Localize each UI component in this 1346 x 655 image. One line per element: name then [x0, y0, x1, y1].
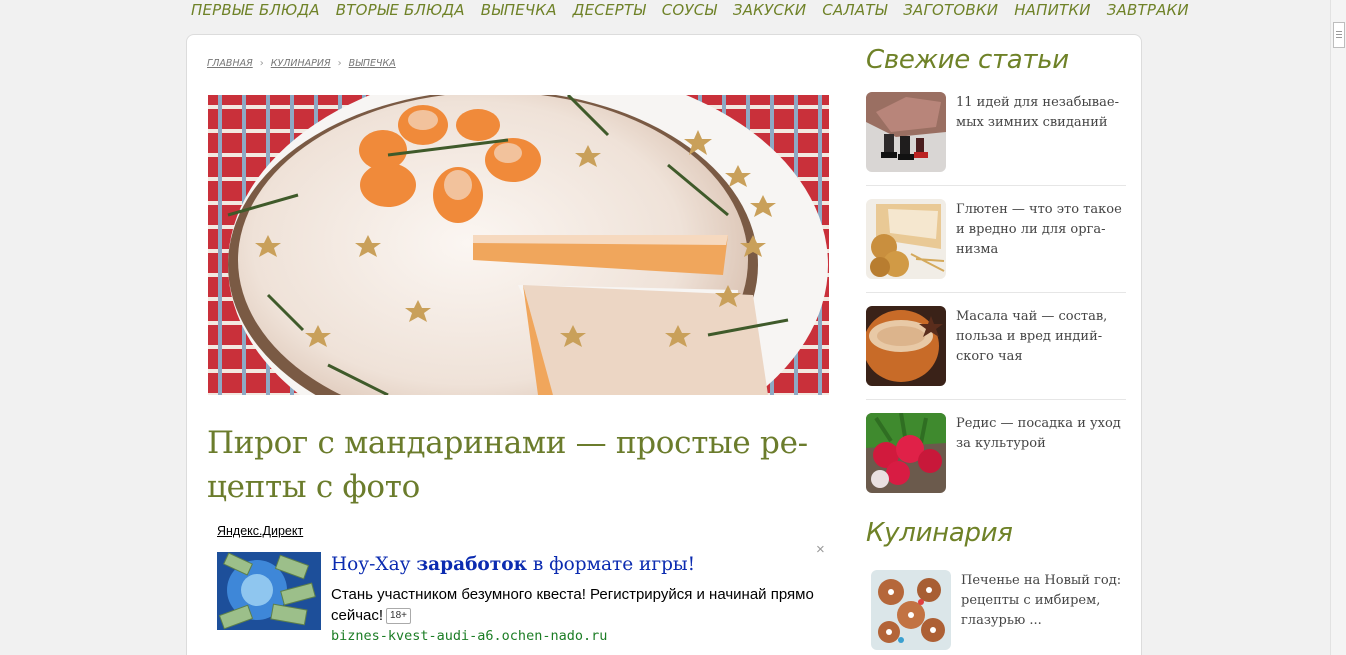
article-title: Пирог с мандаринами — простые ре- цепты … [207, 421, 827, 509]
top-navigation: ПЕРВЫЕ БЛЮДА ВТОРЫЕ БЛЮДА ВЫПЕЧКА ДЕСЕРТ… [0, 0, 1330, 24]
category-menu: ПЕРВЫЕ БЛЮДА ВТОРЫЕ БЛЮДА ВЫПЕЧКА ДЕСЕРТ… [191, 0, 1205, 20]
close-icon[interactable]: × [816, 541, 825, 558]
article-link[interactable]: Масала чай — состав, польза и вред индий… [956, 307, 1126, 367]
tangerine-pie-photo [208, 95, 829, 395]
breadcrumb-current-link[interactable]: ВЫПЕЧКА [349, 58, 396, 69]
article-thumbnail[interactable] [871, 570, 951, 650]
nav-item-sauces[interactable]: СОУСЫ [662, 0, 717, 20]
cooking-heading: Кулинария [866, 518, 1013, 548]
article-title-text: Пирог с мандаринами — простые ре- цепты … [207, 425, 808, 505]
sidebar-divider [866, 399, 1126, 400]
nav-item-drinks[interactable]: НАПИТКИ [1014, 0, 1090, 20]
sidebar-article[interactable]: Глютен — что это такое и вредно ли для о… [866, 199, 1126, 281]
article-link[interactable]: Печенье на Новый год: рецепты с имбирем,… [961, 571, 1131, 631]
nav-item-main-courses[interactable]: ВТОРЫЕ БЛЮДА [336, 0, 465, 20]
nav-item-snacks[interactable]: ЗАКУСКИ [733, 0, 806, 20]
article-thumbnail[interactable] [866, 413, 946, 493]
ad-url-link[interactable]: biznes-kvest-audi-a6.ochen-nado.ru [331, 628, 607, 644]
ad-headline-bold[interactable]: заработок [416, 554, 527, 575]
age-rating-badge: 18+ [386, 608, 412, 624]
sidebar-divider [866, 185, 1126, 186]
article-link[interactable]: 11 идей для незабывае- мых зимних свидан… [956, 93, 1126, 133]
nav-item-baking[interactable]: ВЫПЕЧКА [481, 0, 557, 20]
sidebar-article[interactable]: 11 идей для незабывае- мых зимних свидан… [866, 92, 1126, 174]
ad-headline-part1[interactable]: Ноу-Хау [331, 554, 416, 575]
money-tunnel-image [217, 552, 321, 630]
nav-item-preserves[interactable]: ЗАГОТОВКИ [903, 0, 998, 20]
article-thumbnail[interactable] [866, 199, 946, 279]
article-link[interactable]: Редис — посадка и уход за культурой [956, 414, 1126, 454]
breadcrumb-section-link[interactable]: КУЛИНАРИЯ [271, 58, 331, 69]
sidebar-divider [866, 292, 1126, 293]
nav-item-breakfasts[interactable]: ЗАВТРАКИ [1107, 0, 1189, 20]
breadcrumb-home-link[interactable]: ГЛАВНАЯ [207, 58, 253, 69]
nav-item-salads[interactable]: САЛАТЫ [822, 0, 887, 20]
breadcrumb-separator: › [337, 58, 342, 69]
article-thumbnail[interactable] [866, 306, 946, 386]
ad-image[interactable] [217, 552, 321, 630]
breadcrumb: ГЛАВНАЯ › КУЛИНАРИЯ › ВЫПЕЧКА [207, 58, 396, 69]
ad-source-link[interactable]: Яндекс.Директ [217, 524, 303, 538]
sidebar-article[interactable]: Печенье на Новый год: рецепты с имбирем,… [871, 570, 1131, 652]
nav-item-first-courses[interactable]: ПЕРВЫЕ БЛЮДА [191, 0, 320, 20]
article-link[interactable]: Глютен — что это такое и вредно ли для о… [956, 200, 1126, 260]
window-scrollbar[interactable] [1330, 0, 1346, 655]
article-hero-image [208, 95, 829, 395]
nav-item-desserts[interactable]: ДЕСЕРТЫ [573, 0, 646, 20]
fresh-articles-heading: Свежие статьи [866, 45, 1069, 75]
sidebar-article[interactable]: Редис — посадка и уход за культурой [866, 413, 1126, 495]
ad-headline-part2[interactable]: в формате игры! [527, 554, 695, 575]
breadcrumb-separator: › [259, 58, 264, 69]
ad-headline[interactable]: Ноу-Хау заработок в формате игры! [331, 554, 695, 575]
scrollbar-thumb[interactable] [1333, 22, 1345, 48]
article-thumbnail[interactable] [866, 92, 946, 172]
ad-description: Стань участником безумного квеста! Регис… [331, 584, 826, 626]
sidebar-article[interactable]: Масала чай — состав, польза и вред индий… [866, 306, 1126, 388]
